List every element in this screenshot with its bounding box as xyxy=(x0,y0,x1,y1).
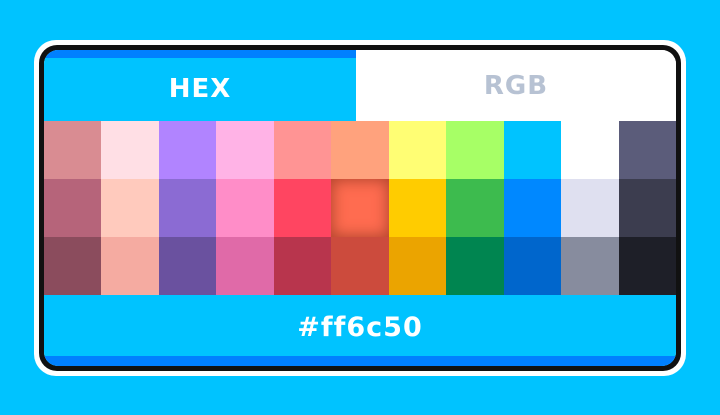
color-swatch[interactable] xyxy=(159,121,216,179)
color-swatch[interactable] xyxy=(389,121,446,179)
color-picker-content: HEX RGB #ff6c50 xyxy=(44,50,676,366)
color-swatch[interactable] xyxy=(101,121,159,179)
tab-rgb-label: RGB xyxy=(483,70,549,101)
selected-color-bar: #ff6c50 xyxy=(44,295,676,366)
color-swatch[interactable] xyxy=(561,179,619,237)
color-swatch[interactable] xyxy=(274,237,331,295)
color-swatch[interactable] xyxy=(44,237,101,295)
color-swatch[interactable] xyxy=(561,121,619,179)
color-swatch[interactable] xyxy=(44,121,101,179)
color-swatch[interactable] xyxy=(504,179,561,237)
color-swatch[interactable] xyxy=(446,237,504,295)
color-swatch[interactable] xyxy=(619,121,676,179)
color-swatch[interactable] xyxy=(619,179,676,237)
color-swatch[interactable] xyxy=(561,237,619,295)
color-swatch[interactable] xyxy=(274,121,331,179)
selected-color-value: #ff6c50 xyxy=(297,312,423,343)
color-swatch[interactable] xyxy=(331,121,389,179)
color-swatch[interactable] xyxy=(159,237,216,295)
color-swatch[interactable] xyxy=(446,179,504,237)
color-swatch[interactable] xyxy=(331,237,389,295)
color-swatch[interactable] xyxy=(389,179,446,237)
color-swatch[interactable] xyxy=(101,237,159,295)
color-swatch[interactable] xyxy=(101,179,159,237)
color-swatch[interactable] xyxy=(504,237,561,295)
color-swatch[interactable] xyxy=(274,179,331,237)
color-swatch[interactable] xyxy=(389,237,446,295)
color-swatch-selected[interactable] xyxy=(331,179,389,237)
color-swatch[interactable] xyxy=(44,179,101,237)
color-swatch[interactable] xyxy=(216,237,274,295)
color-swatch[interactable] xyxy=(504,121,561,179)
color-swatch[interactable] xyxy=(446,121,504,179)
color-swatch[interactable] xyxy=(216,121,274,179)
color-swatch[interactable] xyxy=(619,237,676,295)
tab-rgb[interactable]: RGB xyxy=(356,50,676,121)
color-swatch[interactable] xyxy=(159,179,216,237)
color-swatch[interactable] xyxy=(216,179,274,237)
tab-hex-label: HEX xyxy=(168,73,232,104)
color-picker-panel: HEX RGB #ff6c50 xyxy=(39,45,681,371)
tab-hex[interactable]: HEX xyxy=(44,50,356,121)
format-tabs: HEX RGB xyxy=(44,50,676,121)
color-swatch-grid xyxy=(44,121,676,295)
